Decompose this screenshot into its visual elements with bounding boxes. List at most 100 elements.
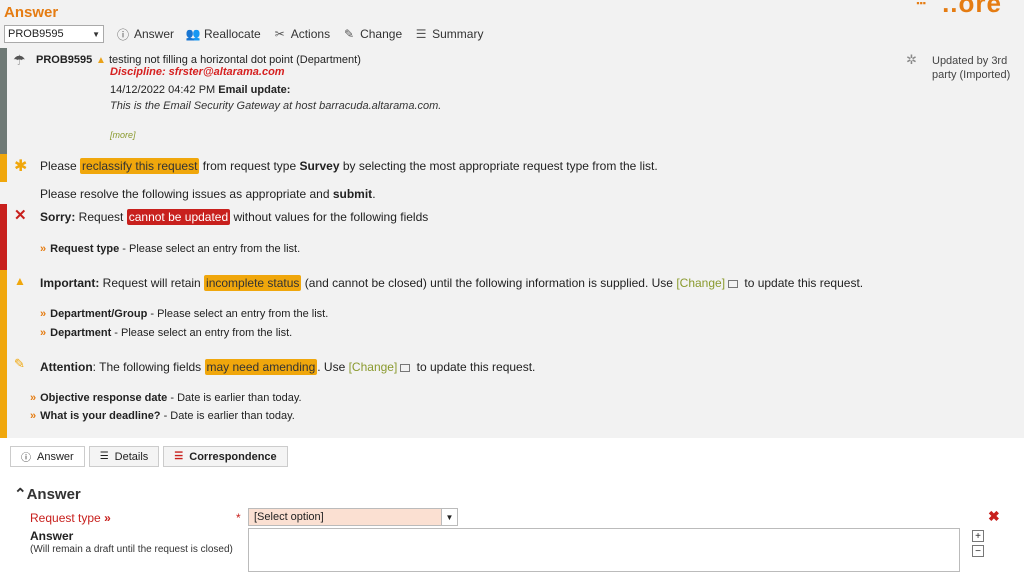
important-post2: to update this request. [741,276,864,290]
page-title: Answer [4,4,59,21]
tab-answer[interactable]: ⓘ Answer [10,446,85,467]
tab-correspondence[interactable]: ☰ Correspondence [163,446,288,467]
attention-item: » What is your deadline? - Date is earlie… [30,410,295,422]
app-logo: ..ore [942,0,1002,18]
reallocate-button[interactable]: 👥 Reallocate [186,27,261,41]
notice-bar [0,154,7,182]
actions-button-label: Actions [290,27,331,41]
request-selector-value: PROB9595 [8,28,64,40]
resolve-pre: Please resolve the following issues as a… [40,187,333,201]
attention-pre: : The following fields [92,360,205,374]
reclassify-post: by selecting the most appropriate reques… [339,159,658,173]
attention-item-field: What is your deadline? [40,410,161,422]
list-icon: ☰ [99,451,109,462]
tab-bar: ⓘ Answer ☰ Details ☰ Correspondence [10,446,292,467]
answer-button-label: Answer [134,27,175,41]
answer-note: (Will remain a draft until the request i… [30,544,233,555]
attention-bar [0,350,7,438]
important-bar [0,270,7,350]
important-item-field: Department [50,327,112,339]
chevron-right-icon: » [40,327,47,339]
reclassify-mid: from request type [199,159,300,173]
request-subject-line: ▲ testing not filling a horizontal dot p… [96,54,361,66]
users-icon: 👥 [185,27,201,41]
chevron-right-icon: » [40,308,47,320]
star-icon: ✱ [14,158,28,175]
section-title[interactable]: ⌃Answer [14,485,81,503]
toolbar: PROB9595 ▼ ⓘ Answer 👥 Reallocate ✂ Actio… [4,24,483,44]
error-post: without values for the following fields [230,210,429,224]
attention-label: Attention [40,360,93,374]
attention-item-msg: - Date is earlier than today. [167,392,302,404]
attention-message: Attention: The following fields may need… [40,359,535,375]
error-message: Sorry: Request cannot be updated without… [40,209,429,225]
chevron-down-icon: ▼ [441,509,457,525]
reclassify-notice: ✱ Please reclassify this request from re… [0,154,1024,204]
important-message: Important: Request will retain incomplet… [40,275,864,291]
summary-button[interactable]: ☰ Summary [414,27,484,41]
window-icon [400,363,411,372]
list-icon: ☰ [174,451,184,462]
close-icon[interactable]: ✖ [988,508,1000,525]
list-icon: ☰ [415,27,427,41]
actions-button[interactable]: ✂ Actions [273,27,330,41]
discipline: Discipline: sfrster@altarama.com [110,66,285,78]
change-link[interactable]: [Change] [676,276,725,290]
reallocate-button-label: Reallocate [204,27,261,41]
request-type-select[interactable]: [Select option] ▼ [248,508,458,526]
important-highlight: incomplete status [204,275,302,291]
change-button-label: Change [360,27,403,41]
reclassify-link[interactable]: reclassify this request [80,158,200,174]
important-pre: Request will retain [99,276,205,290]
resolve-post: . [372,187,376,201]
important-item-msg: - Please select an entry from the list. [147,308,329,320]
request-type-label-text: Request type [30,511,101,525]
answer-label: Answer [30,529,74,543]
important-item-msg: - Please select an entry from the list. [111,327,293,339]
request-summary: ☂ PROB9595 ▲ testing not filling a horiz… [0,48,1024,154]
expand-icon[interactable]: + [972,530,984,542]
change-button[interactable]: ✎ Change [342,27,402,41]
request-selector[interactable]: PROB9595 ▼ [4,25,104,43]
important-post: (and cannot be closed) until the followi… [301,276,677,290]
error-icon: ✕ [14,207,27,224]
required-marker: * [236,511,241,525]
collapse-icon[interactable]: − [972,545,984,557]
request-id: PROB9595 [36,54,93,66]
email-body: This is the Email Security Gateway at ho… [110,100,442,112]
gear-icon: ✲ [906,52,917,67]
update-line: 14/12/2022 04:42 PM Email update: [110,84,290,96]
request-subject: testing not filling a horizontal dot poi… [108,54,361,66]
important-label: Important: [40,276,100,290]
attention-item: » Objective response date - Date is earli… [30,392,302,404]
reclassify-message: Please reclassify this request from requ… [40,158,658,174]
error-notice: ✕ Sorry: Request cannot be updated witho… [0,204,1024,270]
page: Answer ▪▪▪ ..ore PROB9595 ▼ ⓘ Answer 👥 R… [0,0,1024,572]
chevron-down-icon: ▼ [92,29,100,39]
section-title-text: Answer [26,486,81,503]
warning-icon: ▲ [14,274,26,288]
attention-item-msg: - Date is earlier than today. [160,410,295,422]
attention-post: . Use [317,360,349,374]
collapse-icon: ⌃ [14,486,27,503]
error-bar [0,204,7,270]
tab-answer-label: Answer [37,450,74,463]
reclassify-pre: Please [40,159,81,173]
important-item: » Department/Group - Please select an ent… [40,308,328,320]
chevron-right-icon: » [40,243,47,255]
important-notice: ▲ Important: Request will retain incompl… [0,270,1024,350]
change-link[interactable]: [Change] [349,360,398,374]
window-icon [728,279,739,288]
tab-details[interactable]: ☰ Details [88,446,160,467]
error-highlight: cannot be updated [126,209,231,225]
resolve-message: Please resolve the following issues as a… [40,187,376,201]
answer-panel: ⓘ Answer ☰ Details ☰ Correspondence ⌃Answer… [0,438,1024,572]
more-link[interactable]: [more] [110,130,136,140]
resolve-submit: submit [332,187,373,201]
answer-button[interactable]: ⓘ Answer [116,27,175,42]
important-item: » Department - Please select an entry fro… [40,327,292,339]
logo-dots: ▪▪▪ [916,0,926,8]
error-item: » Request type - Please select an entry f… [40,243,300,255]
info-icon: ⓘ [116,27,129,42]
answer-field[interactable] [248,528,960,572]
